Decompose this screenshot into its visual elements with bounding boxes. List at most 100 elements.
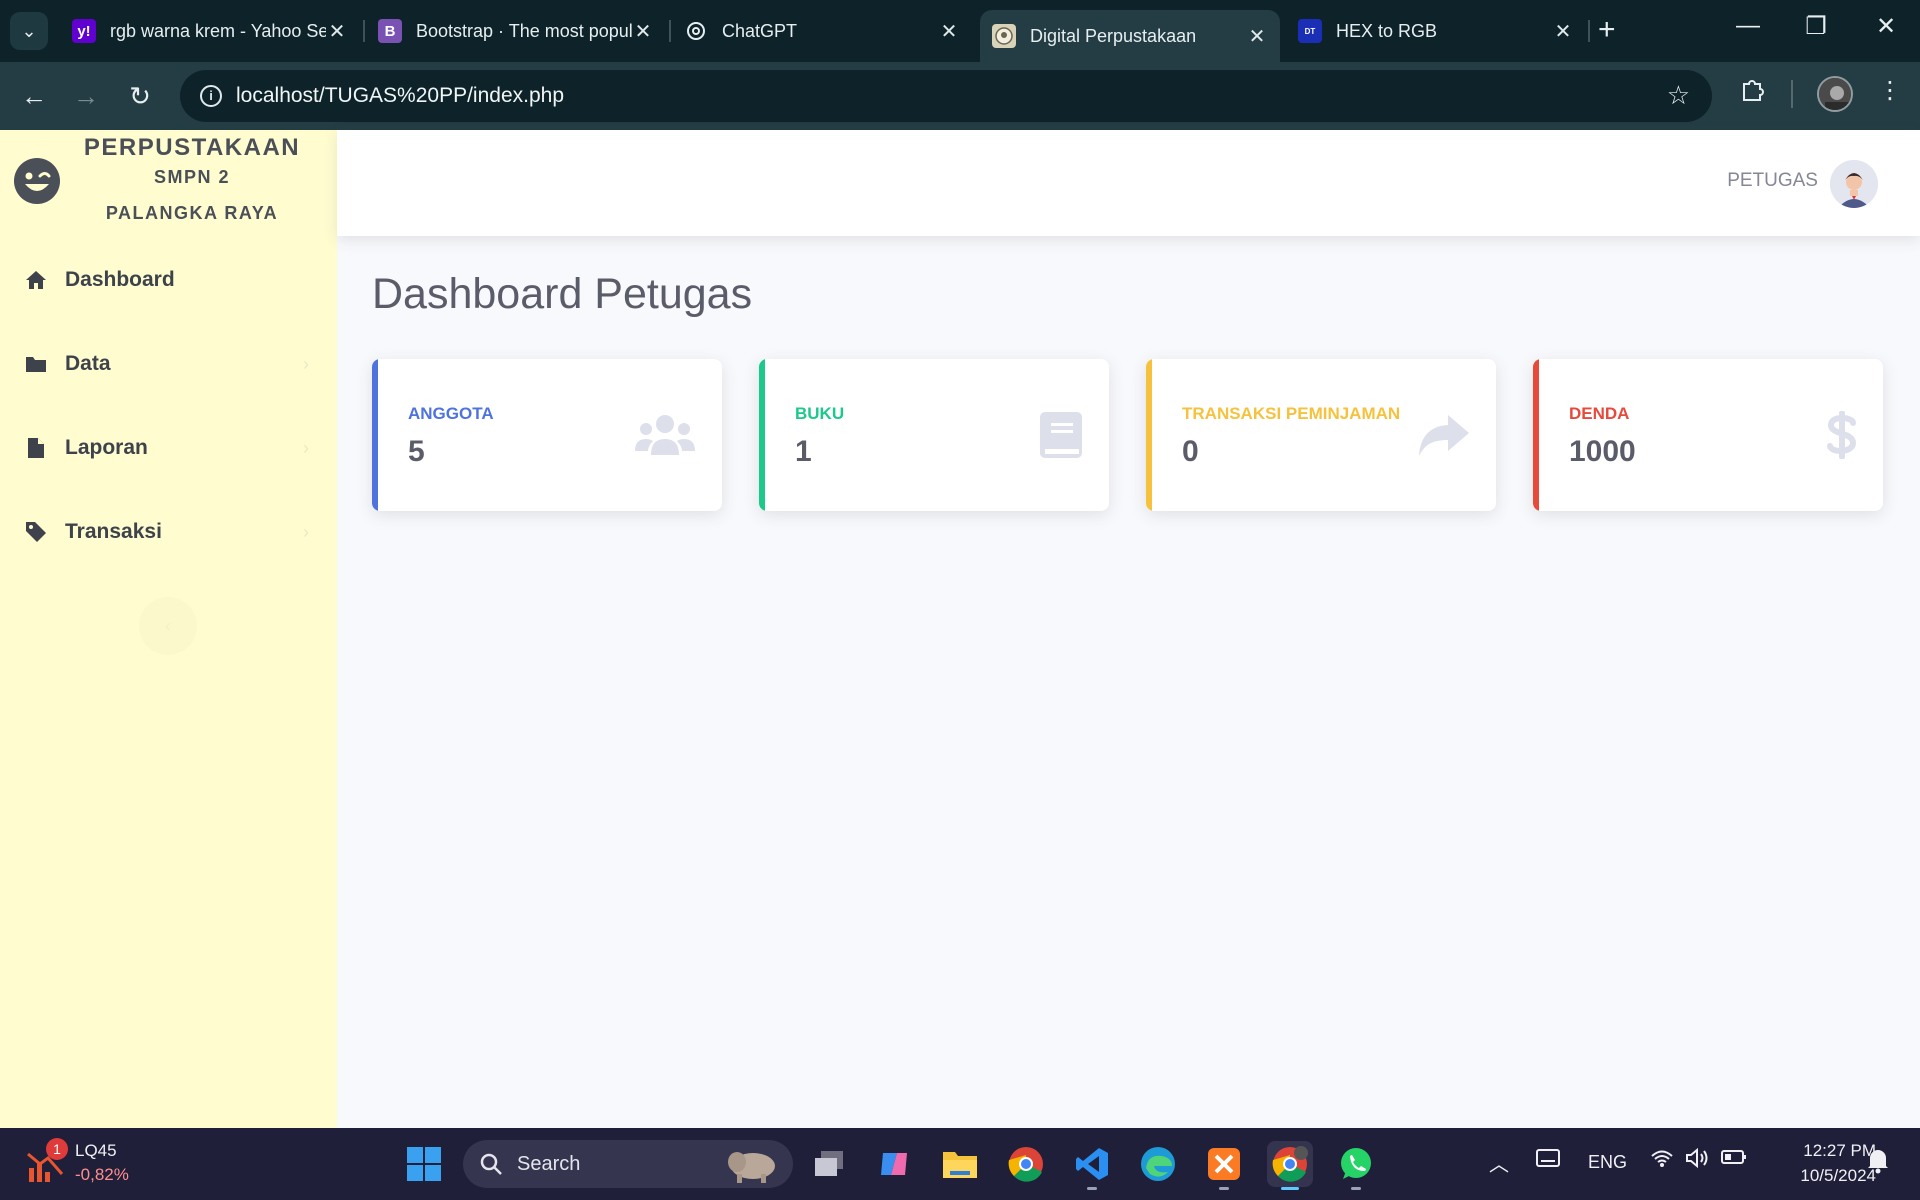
tab-title: ChatGPT bbox=[722, 20, 798, 41]
bootstrap-icon: B bbox=[378, 19, 402, 43]
chevron-down-icon: ⌄ bbox=[21, 20, 37, 41]
stat-card-anggota: ANGGOTA 5 bbox=[372, 359, 722, 511]
sidebar-item-transaksi[interactable]: Transaksi › bbox=[0, 502, 337, 562]
share-arrow-icon bbox=[1408, 409, 1470, 461]
language-indicator[interactable]: ENG bbox=[1588, 1152, 1627, 1173]
card-value: 1 bbox=[795, 435, 812, 468]
sidebar-item-label: Data bbox=[65, 352, 111, 375]
card-value: 0 bbox=[1182, 435, 1199, 468]
tab-title: HEX to RGB bbox=[1336, 20, 1438, 41]
chrome-icon[interactable] bbox=[1003, 1141, 1049, 1187]
card-value: 5 bbox=[408, 435, 425, 468]
clock-time[interactable]: 12:27 PM bbox=[1776, 1141, 1876, 1161]
laugh-wink-icon bbox=[14, 158, 60, 204]
page-content: PERPUSTAKAAN SMPN 2 PALANGKA RAYA Dashbo… bbox=[0, 130, 1920, 1128]
sidebar-item-laporan[interactable]: Laporan › bbox=[0, 418, 337, 478]
danstools-icon: DT bbox=[1298, 19, 1322, 43]
stat-card-buku: BUKU 1 bbox=[759, 359, 1109, 511]
battery-icon[interactable] bbox=[1721, 1148, 1747, 1172]
show-hidden-icons-chevron-icon[interactable]: ︿ bbox=[1489, 1148, 1509, 1177]
notifications-icon[interactable] bbox=[1866, 1148, 1890, 1180]
stat-card-transaksi-peminjaman: TRANSAKSI PEMINJAMAN 0 bbox=[1146, 359, 1496, 511]
clock-date[interactable]: 10/5/2024 bbox=[1766, 1166, 1876, 1186]
volume-icon[interactable] bbox=[1685, 1147, 1709, 1174]
chrome-profile-icon[interactable] bbox=[1267, 1141, 1313, 1190]
brand-subtitle: SMPN 2 bbox=[153, 167, 231, 187]
site-info-icon[interactable]: i bbox=[200, 85, 222, 107]
profile-avatar[interactable] bbox=[1817, 76, 1853, 112]
task-view-icon[interactable] bbox=[806, 1141, 852, 1187]
window-close-icon[interactable]: ✕ bbox=[1866, 12, 1906, 41]
tab-hex-to-rgb[interactable]: DT HEX to RGB ✕ bbox=[1286, 10, 1586, 52]
card-accent bbox=[1533, 359, 1539, 511]
sidebar-item-dashboard[interactable]: Dashboard bbox=[0, 250, 337, 310]
edge-icon[interactable] bbox=[1135, 1141, 1181, 1187]
forward-arrow-icon[interactable]: → bbox=[68, 78, 104, 114]
card-label: TRANSAKSI PEMINJAMAN bbox=[1182, 404, 1401, 423]
sidebar-item-label: Transaksi bbox=[65, 520, 162, 543]
minimize-icon[interactable]: — bbox=[1728, 12, 1768, 40]
wifi-icon[interactable] bbox=[1650, 1148, 1674, 1174]
folder-icon bbox=[25, 353, 47, 375]
close-icon[interactable]: ✕ bbox=[1552, 19, 1574, 44]
tab-bootstrap[interactable]: B Bootstrap · The most popular ✕ bbox=[366, 10, 666, 52]
card-value: 1000 bbox=[1569, 435, 1636, 468]
xampp-icon[interactable] bbox=[1201, 1141, 1247, 1190]
url-text[interactable]: localhost/TUGAS%20PP/index.php bbox=[236, 84, 564, 108]
brand-location: PALANGKA RAYA bbox=[105, 203, 279, 223]
user-avatar[interactable] bbox=[1830, 160, 1878, 208]
brand-title: PERPUSTAKAAN bbox=[83, 134, 301, 161]
restore-icon[interactable]: ❐ bbox=[1796, 12, 1836, 41]
search-icon bbox=[480, 1153, 502, 1175]
stock-change: -0,82% bbox=[75, 1165, 129, 1184]
address-bar[interactable]: i localhost/TUGAS%20PP/index.php ☆ bbox=[180, 70, 1712, 122]
copilot-icon[interactable] bbox=[871, 1141, 917, 1187]
home-icon bbox=[25, 269, 47, 291]
close-icon[interactable]: ✕ bbox=[326, 19, 348, 44]
tab-title: Bootstrap · The most popular bbox=[416, 20, 632, 41]
tab-search-button[interactable]: ⌄ bbox=[10, 12, 48, 50]
close-icon[interactable]: ✕ bbox=[1246, 24, 1268, 49]
tab-title: rgb warna krem - Yahoo Search bbox=[110, 20, 326, 41]
notification-badge: 1 bbox=[46, 1138, 68, 1160]
vscode-icon[interactable] bbox=[1069, 1141, 1115, 1190]
chevron-right-icon: › bbox=[303, 354, 309, 374]
card-label: BUKU bbox=[795, 404, 845, 423]
sidebar-item-data[interactable]: Data › bbox=[0, 334, 337, 394]
taskbar-search-box[interactable]: Search bbox=[463, 1140, 793, 1188]
sidebar-toggle-button[interactable]: ‹ bbox=[139, 597, 197, 655]
close-icon[interactable]: ✕ bbox=[938, 19, 960, 44]
running-indicator bbox=[1219, 1187, 1229, 1190]
search-label: Search bbox=[517, 1152, 581, 1175]
bookmark-star-icon[interactable]: ☆ bbox=[1667, 80, 1690, 111]
touch-keyboard-icon[interactable] bbox=[1536, 1148, 1560, 1174]
tab-separator bbox=[1588, 20, 1590, 42]
close-icon[interactable]: ✕ bbox=[632, 19, 654, 44]
card-accent bbox=[759, 359, 765, 511]
users-icon bbox=[634, 409, 696, 461]
active-indicator bbox=[1281, 1187, 1299, 1190]
file-explorer-icon[interactable] bbox=[937, 1141, 983, 1187]
elephant-illustration-icon bbox=[728, 1152, 775, 1183]
stat-card-denda: DENDA 1000 bbox=[1533, 359, 1883, 511]
tab-yahoo[interactable]: y! rgb warna krem - Yahoo Search ✕ bbox=[60, 10, 360, 52]
tab-title: Digital Perpustakaan bbox=[1030, 25, 1197, 46]
new-tab-button[interactable]: + bbox=[1598, 14, 1616, 46]
stock-ticker[interactable]: LQ45 bbox=[75, 1141, 117, 1161]
page-title: Dashboard Petugas bbox=[372, 270, 753, 318]
reload-icon[interactable]: ↻ bbox=[122, 78, 158, 114]
sidebar-brand[interactable]: PERPUSTAKAAN SMPN 2 PALANGKA RAYA bbox=[0, 130, 337, 240]
windows-start-icon[interactable] bbox=[406, 1146, 442, 1182]
card-label: ANGGOTA bbox=[408, 404, 494, 423]
topbar: PETUGAS bbox=[337, 130, 1920, 236]
tab-digital-perpustakaan[interactable]: Digital Perpustakaan ✕ bbox=[980, 10, 1280, 62]
running-indicator bbox=[1087, 1187, 1097, 1190]
whatsapp-icon[interactable] bbox=[1333, 1141, 1379, 1190]
back-arrow-icon[interactable]: ← bbox=[16, 78, 52, 114]
more-menu-icon[interactable]: ⋮ bbox=[1878, 76, 1902, 105]
book-icon bbox=[1021, 409, 1083, 461]
user-name[interactable]: PETUGAS bbox=[1727, 170, 1818, 192]
chevron-left-icon: ‹ bbox=[165, 615, 171, 636]
extensions-icon[interactable] bbox=[1739, 76, 1765, 109]
tab-chatgpt[interactable]: ChatGPT ✕ bbox=[672, 10, 972, 52]
